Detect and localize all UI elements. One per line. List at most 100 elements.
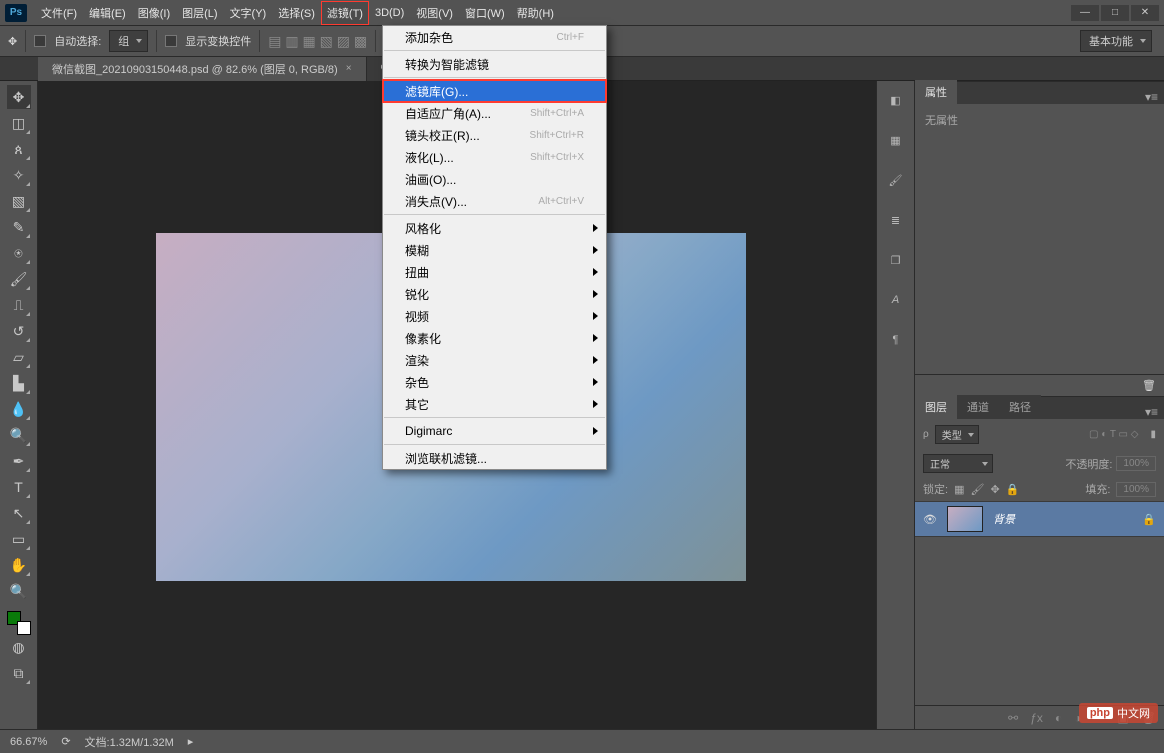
sync-icon[interactable]: ⟳ <box>61 735 70 748</box>
opacity-value[interactable]: 100% <box>1116 456 1156 471</box>
layer-filter-icons[interactable]: ▢ ◐ T ▭ ◇ <box>1089 429 1139 440</box>
shape-tool[interactable]: ▭ <box>7 527 31 551</box>
visibility-icon[interactable]: 👁 <box>923 513 937 526</box>
menu-digimarc[interactable]: Digimarc <box>383 420 606 442</box>
lock-icon[interactable]: 🔒 <box>1142 513 1156 526</box>
maximize-button[interactable]: □ <box>1101 5 1129 21</box>
menu-noise[interactable]: 杂色 <box>383 371 606 393</box>
auto-select-target[interactable]: 组 <box>109 30 148 52</box>
screenmode-toggle[interactable]: ⧉ <box>7 661 31 685</box>
menu-image[interactable]: 图像(I) <box>132 1 176 25</box>
hand-tool[interactable]: ✋ <box>7 553 31 577</box>
minimize-button[interactable]: — <box>1071 5 1099 21</box>
menu-render[interactable]: 渲染 <box>383 349 606 371</box>
quickmask-toggle[interactable]: ◍ <box>7 635 31 659</box>
panel-menu-icon[interactable]: ▾≡ <box>1139 405 1164 419</box>
menu-last-filter[interactable]: 添加杂色 Ctrl+F <box>383 26 606 48</box>
pen-tool[interactable]: ✒ <box>7 449 31 473</box>
blur-tool[interactable]: 💧 <box>7 397 31 421</box>
styles-panel-icon[interactable]: ❐ <box>884 249 908 271</box>
tab-paths[interactable]: 路径 <box>999 395 1041 419</box>
show-transform-checkbox[interactable] <box>165 35 177 47</box>
menu-lens-correction[interactable]: 镜头校正(R)...Shift+Ctrl+R <box>383 124 606 146</box>
workspace-select[interactable]: 基本功能 <box>1080 30 1152 52</box>
blend-mode-select[interactable]: 正常 <box>923 454 993 473</box>
fx-icon[interactable]: ƒx <box>1030 711 1043 725</box>
eraser-tool[interactable]: ▱ <box>7 345 31 369</box>
menu-window[interactable]: 窗口(W) <box>459 1 511 25</box>
lasso-tool[interactable]: ጰ <box>7 137 31 161</box>
tab-properties[interactable]: 属性 <box>915 80 957 104</box>
menu-filter[interactable]: 滤镜(T) <box>321 1 369 25</box>
panel-menu-icon[interactable]: ▾≡ <box>1139 90 1164 104</box>
menu-video[interactable]: 视频 <box>383 305 606 327</box>
adjustments-panel-icon[interactable]: ≣ <box>884 209 908 231</box>
menu-filter-gallery[interactable]: 滤镜库(G)... <box>383 80 606 102</box>
menu-layer[interactable]: 图层(L) <box>176 1 223 25</box>
auto-select-checkbox[interactable] <box>34 35 46 47</box>
path-select-tool[interactable]: ↖ <box>7 501 31 525</box>
zoom-tool[interactable]: 🔍 <box>7 579 31 603</box>
brush-tool[interactable]: 🖌 <box>7 267 31 291</box>
lock-transparent-icon[interactable]: ▦ <box>954 483 964 496</box>
lock-all-icon[interactable]: 🔒 <box>1006 483 1020 496</box>
menu-view[interactable]: 视图(V) <box>410 1 459 25</box>
close-tab-icon[interactable]: × <box>346 63 352 74</box>
menu-oil-paint[interactable]: 油画(O)... <box>383 168 606 190</box>
eyedropper-tool[interactable]: ✎ <box>7 215 31 239</box>
menu-browse-online[interactable]: 浏览联机滤镜... <box>383 447 606 469</box>
move-tool[interactable]: ✥ <box>7 85 31 109</box>
lock-pixels-icon[interactable]: 🖌 <box>970 483 984 496</box>
character-panel-icon[interactable]: A <box>884 289 908 311</box>
menu-vanishing-point[interactable]: 消失点(V)...Alt+Ctrl+V <box>383 190 606 212</box>
marquee-tool[interactable]: ◫ <box>7 111 31 135</box>
color-panel-icon[interactable]: ◧ <box>884 89 908 111</box>
menu-blur[interactable]: 模糊 <box>383 239 606 261</box>
stamp-tool[interactable]: ⎍ <box>7 293 31 317</box>
magic-wand-tool[interactable]: ✧ <box>7 163 31 187</box>
color-swatches[interactable] <box>7 611 31 635</box>
dodge-tool[interactable]: 🔍 <box>7 423 31 447</box>
layer-thumbnail[interactable] <box>947 506 983 532</box>
trash-icon[interactable]: 🗑 <box>1142 379 1156 392</box>
mask-icon[interactable]: ◐ <box>1055 711 1062 725</box>
menu-type[interactable]: 文字(Y) <box>224 1 273 25</box>
filter-kind-icon[interactable]: ρ <box>923 429 929 440</box>
filter-kind-select[interactable]: 类型 <box>935 425 979 444</box>
menu-distort[interactable]: 扭曲 <box>383 261 606 283</box>
gradient-tool[interactable]: ▙ <box>7 371 31 395</box>
menu-pixelate[interactable]: 像素化 <box>383 327 606 349</box>
tab-layers[interactable]: 图层 <box>915 395 957 419</box>
type-tool[interactable]: T <box>7 475 31 499</box>
menu-edit[interactable]: 编辑(E) <box>83 1 132 25</box>
history-brush-tool[interactable]: ↺ <box>7 319 31 343</box>
document-tab-1[interactable]: 微信截图_20210903150448.psd @ 82.6% (图层 0, R… <box>38 57 367 81</box>
menu-select[interactable]: 选择(S) <box>272 1 321 25</box>
tab-channels[interactable]: 通道 <box>957 395 999 419</box>
menu-convert-smart[interactable]: 转换为智能滤镜 <box>383 53 606 75</box>
layer-name[interactable]: 背景 <box>993 511 1132 527</box>
layer-row[interactable]: 👁 背景 🔒 <box>915 501 1164 537</box>
menu-liquify[interactable]: 液化(L)...Shift+Ctrl+X <box>383 146 606 168</box>
menu-sharpen[interactable]: 锐化 <box>383 283 606 305</box>
background-swatch[interactable] <box>17 621 31 635</box>
menu-file[interactable]: 文件(F) <box>35 1 83 25</box>
link-layers-icon[interactable]: ⚯ <box>1008 711 1018 725</box>
menu-other[interactable]: 其它 <box>383 393 606 415</box>
menu-stylize[interactable]: 风格化 <box>383 217 606 239</box>
filter-toggle[interactable]: ▮ <box>1150 429 1156 440</box>
brush-panel-icon[interactable]: 🖌 <box>884 169 908 191</box>
align-icons[interactable]: ▤ ▥ ▦ ▧ ▨ ▩ <box>268 33 367 50</box>
close-button[interactable]: ✕ <box>1131 5 1159 21</box>
healing-tool[interactable]: ⍟ <box>7 241 31 265</box>
status-arrow-icon[interactable]: ▸ <box>188 735 194 748</box>
zoom-level[interactable]: 66.67% <box>10 736 47 748</box>
menu-help[interactable]: 帮助(H) <box>511 1 560 25</box>
menu-3d[interactable]: 3D(D) <box>369 3 410 23</box>
swatches-panel-icon[interactable]: ▦ <box>884 129 908 151</box>
paragraph-panel-icon[interactable]: ¶ <box>884 329 908 351</box>
menu-adaptive-wide[interactable]: 自适应广角(A)...Shift+Ctrl+A <box>383 102 606 124</box>
crop-tool[interactable]: ▧ <box>7 189 31 213</box>
fill-value[interactable]: 100% <box>1116 482 1156 497</box>
lock-position-icon[interactable]: ✥ <box>990 483 999 496</box>
